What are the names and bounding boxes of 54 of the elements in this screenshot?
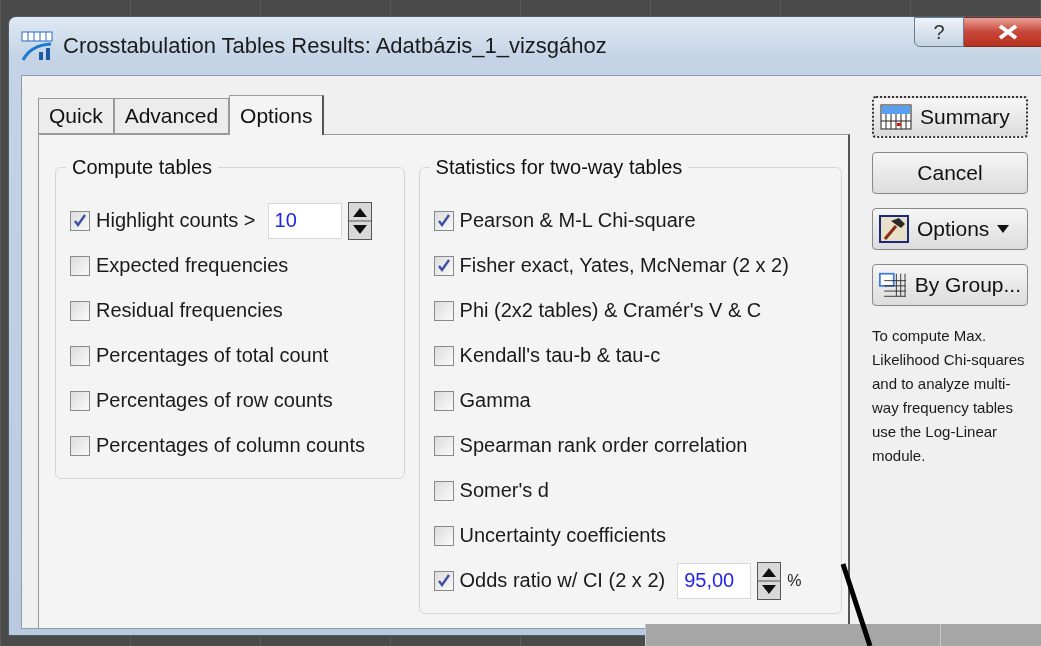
spinner-arrows[interactable] xyxy=(347,201,372,240)
checkbox[interactable] xyxy=(433,525,454,546)
checkbox[interactable] xyxy=(70,255,90,276)
checkbox[interactable] xyxy=(433,255,454,276)
option-label: Percentages of column counts xyxy=(96,434,366,457)
option-label: Gamma xyxy=(459,389,531,412)
option-label: Percentages of total count xyxy=(96,344,329,367)
tab[interactable]: Advanced xyxy=(113,98,230,134)
number-field[interactable]: 10 xyxy=(267,202,342,239)
option-label: Percentages of row counts xyxy=(96,389,333,412)
checkbox[interactable] xyxy=(70,390,90,411)
checkbox[interactable] xyxy=(70,300,90,321)
group-title: Compute tables xyxy=(66,156,219,179)
number-field[interactable]: 95,00 xyxy=(677,562,752,599)
option-label: Spearman rank order correlation xyxy=(459,434,748,457)
option-label: Pearson & M-L Chi-square xyxy=(459,209,696,232)
checkbox[interactable] xyxy=(433,345,454,366)
checkbox[interactable] xyxy=(433,210,454,231)
checkbox[interactable] xyxy=(70,345,90,366)
option-label: Phi (2x2 tables) & Cramér's V & C xyxy=(459,299,762,322)
checkbox[interactable] xyxy=(433,390,454,411)
checkbox[interactable] xyxy=(433,300,454,321)
window-title: Crosstabulation Tables Results: Adatbázis_1_vizsgához xyxy=(63,33,607,59)
option-label: Odds ratio w/ CI (2 x 2) xyxy=(459,569,666,592)
checkbox[interactable] xyxy=(433,480,454,501)
caret-icon xyxy=(997,225,1010,233)
unit-label: % xyxy=(787,571,802,590)
table-icon xyxy=(880,104,912,130)
group-title: Statistics for two-way tables xyxy=(429,156,689,179)
option-label: Somer's d xyxy=(459,479,549,502)
option-label: Residual frequencies xyxy=(96,299,283,322)
checkbox[interactable] xyxy=(70,210,90,231)
help-button[interactable]: ? xyxy=(914,17,964,47)
close-button[interactable] xyxy=(964,17,1041,47)
option-label: Uncertainty coefficients xyxy=(459,524,666,547)
tab[interactable]: Options xyxy=(229,95,325,135)
checkbox[interactable] xyxy=(70,435,90,456)
help-note: To compute Max. Likelihood Chi-squares and to analyze multi-way frequency tables use the Log-Linear module. xyxy=(872,326,1026,466)
hammer-icon xyxy=(879,215,909,243)
dialog-button[interactable]: Options xyxy=(872,208,1028,250)
close-icon xyxy=(996,24,1019,40)
dialog-button[interactable]: By Group... xyxy=(872,264,1028,306)
tab[interactable]: Quick xyxy=(38,98,114,134)
option-label: Highlight counts > xyxy=(96,209,256,232)
checkbox[interactable] xyxy=(433,570,454,591)
option-label: Fisher exact, Yates, McNemar (2 x 2) xyxy=(459,254,789,277)
spinner-arrows[interactable] xyxy=(757,561,782,600)
option-label: Expected frequencies xyxy=(96,254,289,277)
chart-app-icon xyxy=(21,31,53,61)
checkbox[interactable] xyxy=(433,435,454,456)
dialog-button[interactable]: Cancel xyxy=(872,152,1028,194)
grouped-table-icon xyxy=(879,271,907,299)
option-label: Kendall's tau-b & tau-c xyxy=(459,344,661,367)
dialog-button[interactable]: Summary xyxy=(872,96,1028,138)
